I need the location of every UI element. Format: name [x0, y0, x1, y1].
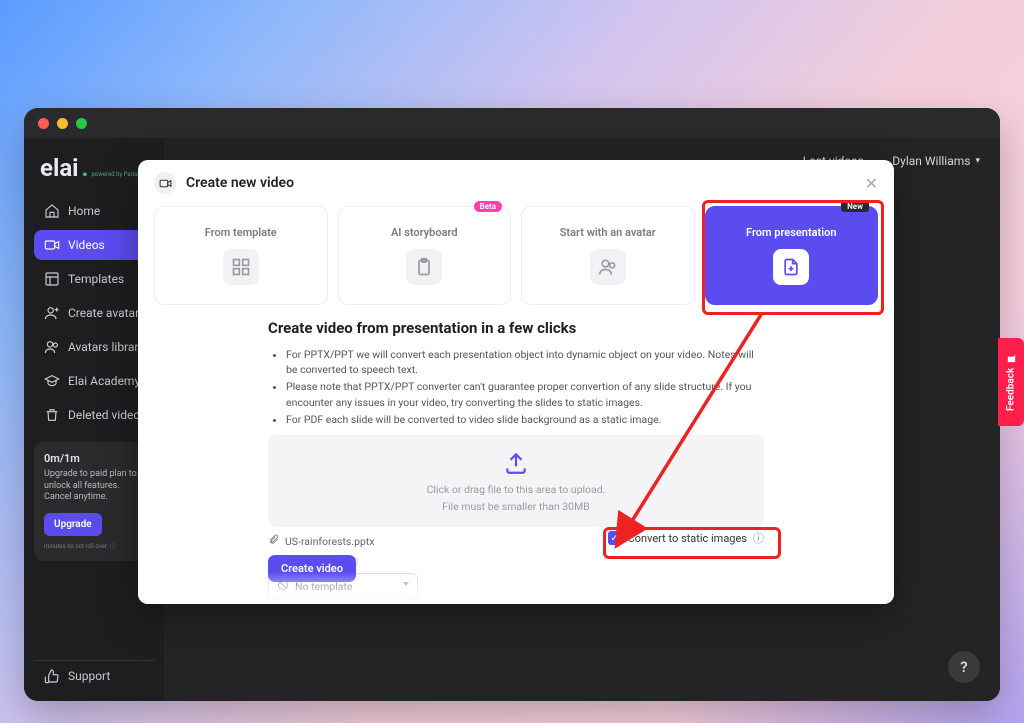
- option-from-presentation[interactable]: New From presentation: [705, 206, 879, 305]
- grid-icon: [223, 249, 259, 285]
- graduation-cap-icon: [44, 373, 60, 389]
- upgrade-footnote: minutes do not roll over ⓘ: [44, 542, 144, 551]
- sidebar-item-label: Templates: [68, 272, 124, 286]
- trash-icon: [44, 407, 60, 423]
- help-button[interactable]: ?: [948, 651, 980, 683]
- checkbox-checked[interactable]: ✓: [608, 531, 622, 545]
- upload-dropzone[interactable]: Click or drag file to this area to uploa…: [268, 435, 764, 527]
- upload-label-1: Click or drag file to this area to uploa…: [427, 483, 606, 496]
- section-title: Create video from presentation in a few …: [268, 319, 764, 337]
- convert-static-row[interactable]: ✓ Convert to static images ⓘ: [608, 530, 764, 546]
- video-icon: [154, 172, 176, 194]
- sidebar-item-academy[interactable]: Elai Academy: [34, 366, 154, 396]
- upgrade-card: 0m/1m Upgrade to paid plan to unlock all…: [34, 442, 154, 561]
- feedback-tab[interactable]: Feedback: [998, 338, 1024, 426]
- sidebar-item-label: Deleted videos: [68, 408, 146, 422]
- option-ai-storyboard[interactable]: Beta AI storyboard: [338, 206, 512, 305]
- info-icon: ⓘ: [110, 542, 116, 551]
- sidebar-item-label: Support: [68, 669, 110, 683]
- option-cards-row: From template Beta AI storyboard Start w…: [138, 206, 894, 305]
- templates-icon: [44, 271, 60, 287]
- option-label: AI storyboard: [391, 226, 458, 239]
- create-video-modal: Create new video ✕ From template Beta AI…: [138, 160, 894, 604]
- convert-label: Convert to static images: [628, 532, 747, 545]
- presentation-section: Create video from presentation in a few …: [138, 305, 894, 600]
- info-icon: ⓘ: [753, 530, 764, 546]
- upload-label-2: File must be smaller than 30MB: [442, 500, 590, 513]
- instruction-item: For PDF each slide will be converted to …: [286, 412, 764, 427]
- user-dropdown[interactable]: Dylan Williams ▾: [892, 154, 980, 168]
- sidebar-item-label: Elai Academy: [68, 374, 140, 388]
- file-plus-icon: [773, 249, 809, 285]
- sidebar-item-label: Avatars library: [68, 340, 144, 354]
- beta-badge: Beta: [474, 201, 502, 212]
- option-from-template[interactable]: From template: [154, 206, 328, 305]
- brand-logo: elai. powered by Panopto: [40, 154, 148, 182]
- sidebar-item-label: Home: [68, 204, 100, 218]
- brand-name: elai: [40, 154, 79, 182]
- sidebar-item-support[interactable]: Support: [34, 660, 154, 691]
- upload-icon: [503, 450, 529, 479]
- instruction-list: For PPTX/PPT we will convert each presen…: [268, 347, 764, 427]
- users-icon: [44, 339, 60, 355]
- window-titlebar: [24, 108, 1000, 138]
- user-plus-icon: [44, 305, 60, 321]
- option-label: From template: [205, 226, 277, 239]
- modal-bottom-fade: [138, 572, 894, 604]
- instruction-item: For PPTX/PPT we will convert each presen…: [286, 347, 764, 377]
- comment-icon: [1005, 353, 1017, 364]
- upgrade-button[interactable]: Upgrade: [44, 513, 102, 536]
- sidebar-item-create-avatar[interactable]: Create avatar: [34, 298, 154, 328]
- sidebar-item-label: Videos: [68, 238, 105, 252]
- user-name: Dylan Williams: [892, 154, 970, 168]
- window-zoom-dot[interactable]: [76, 118, 87, 129]
- modal-close-button[interactable]: ✕: [865, 174, 878, 193]
- modal-header: Create new video ✕: [138, 160, 894, 206]
- modal-title: Create new video: [186, 175, 294, 191]
- sidebar-item-label: Create avatar: [68, 306, 139, 320]
- sidebar-item-templates[interactable]: Templates: [34, 264, 154, 294]
- home-icon: [44, 203, 60, 219]
- upgrade-desc: Upgrade to paid plan to unlock all featu…: [44, 469, 144, 504]
- window-minimize-dot[interactable]: [57, 118, 68, 129]
- feedback-label: Feedback: [1006, 368, 1017, 411]
- clipboard-icon: [406, 249, 442, 285]
- sidebar-item-deleted[interactable]: Deleted videos: [34, 400, 154, 430]
- sidebar-item-home[interactable]: Home: [34, 196, 154, 226]
- paperclip-icon: [268, 534, 279, 548]
- window-close-dot[interactable]: [38, 118, 49, 129]
- option-label: Start with an avatar: [560, 226, 656, 239]
- upgrade-quota: 0m/1m: [44, 452, 144, 465]
- thumbs-up-icon: [44, 668, 60, 684]
- option-label: From presentation: [746, 226, 836, 239]
- sidebar-item-videos[interactable]: Videos: [34, 230, 154, 260]
- sidebar-item-avatars-library[interactable]: Avatars library: [34, 332, 154, 362]
- video-icon: [44, 237, 60, 253]
- option-start-avatar[interactable]: Start with an avatar: [521, 206, 695, 305]
- new-badge: New: [841, 201, 869, 212]
- instruction-item: Please note that PPTX/PPT converter can'…: [286, 379, 764, 409]
- brand-dot: .: [82, 154, 89, 182]
- chevron-down-icon: ▾: [975, 156, 980, 166]
- file-name: US-rainforests.pptx: [285, 535, 375, 548]
- users-icon: [590, 249, 626, 285]
